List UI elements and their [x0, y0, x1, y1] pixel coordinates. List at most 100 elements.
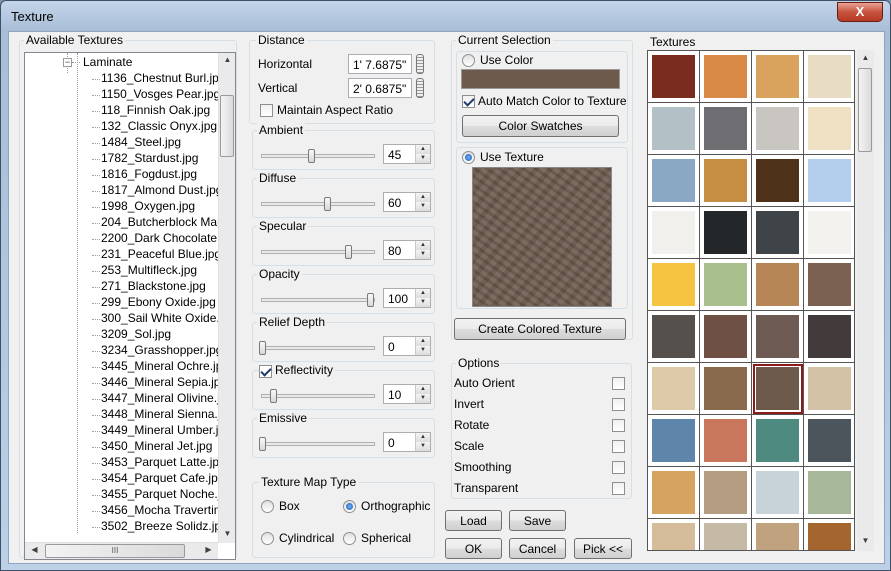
- texture-swatch[interactable]: [652, 523, 695, 550]
- tree-item-texture[interactable]: 1484_Steel.jpg: [101, 135, 181, 149]
- pick-button[interactable]: Pick <<: [574, 538, 632, 559]
- texture-cell[interactable]: [648, 259, 700, 311]
- texture-cell[interactable]: [700, 415, 752, 467]
- texture-cell[interactable]: [804, 519, 854, 550]
- texture-swatch[interactable]: [704, 263, 747, 306]
- texture-swatch[interactable]: [652, 419, 695, 462]
- tree-item-texture[interactable]: 3209_Sol.jpg: [101, 327, 171, 341]
- slider-thumb[interactable]: [324, 197, 331, 211]
- slider-value-input[interactable]: 10 ▲ ▼: [383, 384, 431, 404]
- scroll-left-icon[interactable]: ◀: [26, 545, 43, 554]
- current-color-swatch[interactable]: [461, 69, 620, 89]
- slider-value-input[interactable]: 60 ▲ ▼: [383, 192, 431, 212]
- texture-cell[interactable]: [752, 207, 804, 259]
- slider-thumb[interactable]: [259, 437, 266, 451]
- texture-swatch[interactable]: [652, 159, 695, 202]
- texture-tree[interactable]: − Laminate 1136_Chestnut Burl.jpg 1150_Vo…: [24, 52, 236, 560]
- cancel-button[interactable]: Cancel: [509, 538, 566, 559]
- tree-item-texture[interactable]: 118_Finnish Oak.jpg: [101, 103, 210, 117]
- slider-value-input[interactable]: 0 ▲ ▼: [383, 336, 431, 356]
- tree-item-texture[interactable]: 3448_Mineral Sienna.jp: [101, 407, 227, 421]
- texture-cell[interactable]: [752, 311, 804, 363]
- scroll-up-icon[interactable]: ▲: [219, 55, 235, 64]
- tree-folder-laminate[interactable]: Laminate: [83, 55, 132, 69]
- texture-cell[interactable]: [648, 415, 700, 467]
- slider-thumb[interactable]: [259, 341, 266, 355]
- map-spherical-radio[interactable]: [343, 532, 356, 545]
- map-orthographic-radio[interactable]: [343, 500, 356, 513]
- texture-cell[interactable]: [700, 155, 752, 207]
- texture-cell[interactable]: [700, 103, 752, 155]
- texture-cell[interactable]: [752, 519, 804, 550]
- close-button[interactable]: X: [837, 2, 883, 22]
- save-button[interactable]: Save: [509, 510, 566, 531]
- texture-cell[interactable]: [700, 51, 752, 103]
- texture-cell[interactable]: [648, 207, 700, 259]
- texture-swatch[interactable]: [704, 211, 747, 254]
- texture-swatch[interactable]: [704, 419, 747, 462]
- texture-swatch[interactable]: [704, 159, 747, 202]
- texture-swatch[interactable]: [652, 211, 695, 254]
- texture-cell[interactable]: [752, 259, 804, 311]
- spin-down-icon[interactable]: ▼: [416, 346, 430, 355]
- texture-cell[interactable]: [752, 415, 804, 467]
- use-color-radio[interactable]: [462, 54, 475, 67]
- texture-swatch[interactable]: [808, 159, 851, 202]
- tree-item-texture[interactable]: 300_Sail White Oxide.j: [101, 311, 222, 325]
- tree-item-texture[interactable]: 3447_Mineral Olivine.jp: [101, 391, 226, 405]
- texture-cell[interactable]: [752, 363, 804, 415]
- texture-cell[interactable]: [804, 259, 854, 311]
- texture-cell[interactable]: [648, 155, 700, 207]
- color-swatches-button[interactable]: Color Swatches: [462, 115, 619, 137]
- texture-cell[interactable]: [648, 51, 700, 103]
- texture-swatch[interactable]: [652, 315, 695, 358]
- texture-cell[interactable]: [700, 259, 752, 311]
- texture-cell[interactable]: [752, 103, 804, 155]
- texture-swatch[interactable]: [808, 55, 851, 98]
- slider-value-input[interactable]: 0 ▲ ▼: [383, 432, 431, 452]
- tree-item-texture[interactable]: 1150_Vosges Pear.jpg: [101, 87, 220, 101]
- texture-swatch[interactable]: [756, 211, 799, 254]
- texture-swatch[interactable]: [808, 523, 851, 550]
- tree-item-texture[interactable]: 3445_Mineral Ochre.jp: [101, 359, 222, 373]
- slider-thumb[interactable]: [345, 245, 352, 259]
- texture-swatch[interactable]: [756, 159, 799, 202]
- texture-swatch[interactable]: [756, 471, 799, 514]
- slider-value-input[interactable]: 45 ▲ ▼: [383, 144, 431, 164]
- spin-up-icon[interactable]: ▲: [416, 193, 430, 202]
- texture-swatch[interactable]: [756, 419, 799, 462]
- spin-buttons[interactable]: ▲ ▼: [415, 289, 430, 307]
- texture-cell[interactable]: [700, 311, 752, 363]
- texture-swatch[interactable]: [808, 211, 851, 254]
- tree-item-texture[interactable]: 1816_Fogdust.jpg: [101, 167, 197, 181]
- texture-cell[interactable]: [752, 155, 804, 207]
- texture-cell[interactable]: [804, 103, 854, 155]
- texture-swatch[interactable]: [704, 367, 747, 410]
- texture-cell[interactable]: [700, 363, 752, 415]
- texture-cell[interactable]: [804, 311, 854, 363]
- collapse-toggle-icon[interactable]: −: [63, 58, 72, 67]
- auto-match-checkbox[interactable]: [462, 95, 475, 108]
- slider-value-input[interactable]: 80 ▲ ▼: [383, 240, 431, 260]
- spin-up-icon[interactable]: ▲: [416, 145, 430, 154]
- spin-up-icon[interactable]: ▲: [416, 385, 430, 394]
- scroll-down-icon[interactable]: ▼: [219, 529, 235, 538]
- horizontal-input[interactable]: 1' 7.6875": [348, 54, 412, 74]
- use-texture-radio[interactable]: [462, 151, 475, 164]
- texture-cell[interactable]: [700, 467, 752, 519]
- map-box-radio[interactable]: [261, 500, 274, 513]
- texture-swatch[interactable]: [808, 107, 851, 150]
- tree-item-texture[interactable]: 1782_Stardust.jpg: [101, 151, 198, 165]
- texture-swatch[interactable]: [756, 523, 799, 550]
- spin-down-icon[interactable]: ▼: [416, 298, 430, 307]
- option-checkbox[interactable]: [612, 482, 625, 495]
- texture-swatch[interactable]: [808, 419, 851, 462]
- tree-item-texture[interactable]: 3455_Parquet Noche.j: [101, 487, 220, 501]
- tree-horizontal-scrollbar[interactable]: ◀ III ▶: [25, 542, 218, 559]
- slider-thumb[interactable]: [308, 149, 315, 163]
- texture-cell[interactable]: [648, 363, 700, 415]
- vertical-spinner-icon[interactable]: [416, 78, 424, 98]
- texture-swatch[interactable]: [652, 55, 695, 98]
- tree-item-texture[interactable]: 2200_Dark Chocolate.: [101, 231, 220, 245]
- tree-item-texture[interactable]: 3450_Mineral Jet.jpg: [101, 439, 212, 453]
